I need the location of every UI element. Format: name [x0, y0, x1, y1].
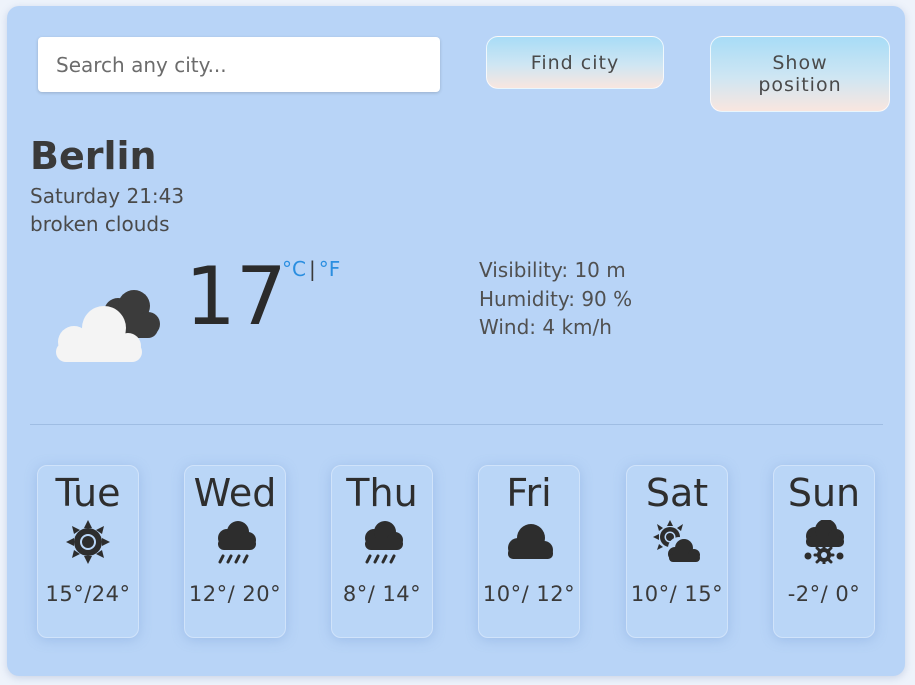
- show-position-button[interactable]: Show position: [710, 36, 890, 112]
- celsius-link[interactable]: °C: [282, 257, 306, 281]
- forecast-temps: 10°/ 12°: [482, 582, 576, 606]
- forecast-day-name: Tue: [55, 471, 121, 515]
- cloud-icon: [508, 524, 553, 559]
- forecast-day-sun: Sun -2°/ 0°: [773, 465, 875, 638]
- weather-stats: Visibility: 10 m Humidity: 90 % Wind: 4 …: [479, 256, 632, 342]
- forecast-temps: -2°/ 0°: [787, 582, 861, 606]
- humidity-stat: Humidity: 90 %: [479, 286, 633, 311]
- forecast-day-wed: Wed 12°/ 20°: [184, 465, 286, 638]
- forecast-list: Tue 15°/24° Wed 12°/ 20° Thu 8°/ 14° Fri…: [37, 465, 883, 638]
- visibility-stat: Visibility: 10 m: [479, 258, 626, 282]
- unit-toggle: °C | °F: [282, 257, 340, 281]
- forecast-temps: 12°/ 20°: [188, 582, 282, 606]
- current-temperature: 17: [185, 250, 287, 343]
- snow-icon: [804, 520, 844, 564]
- search-input[interactable]: [38, 37, 440, 92]
- forecast-day-tue: Tue 15°/24°: [37, 465, 139, 638]
- rain-icon: [218, 521, 256, 564]
- forecast-temps: 8°/ 14°: [342, 582, 422, 606]
- broken-clouds-icon: [56, 290, 160, 362]
- forecast-temps: 10°/ 15°: [630, 582, 724, 606]
- fahrenheit-link[interactable]: °F: [319, 257, 341, 281]
- forecast-day-name: Fri: [506, 471, 552, 515]
- partly-cloudy-icon: [653, 520, 700, 562]
- wind-stat: Wind: 4 km/h: [479, 315, 612, 339]
- current-datetime: Saturday 21:43: [30, 184, 185, 208]
- city-name: Berlin: [30, 134, 157, 178]
- divider: [30, 424, 883, 425]
- forecast-day-name: Sat: [645, 471, 709, 515]
- forecast-day-thu: Thu 8°/ 14°: [331, 465, 433, 638]
- sun-icon: [66, 520, 110, 564]
- forecast-day-name: Wed: [193, 471, 277, 515]
- forecast-day-fri: Fri 10°/ 12°: [478, 465, 580, 638]
- find-city-button[interactable]: Find city: [486, 36, 664, 89]
- forecast-day-name: Sun: [787, 471, 861, 515]
- rain-icon: [365, 521, 403, 564]
- unit-separator: |: [308, 257, 316, 281]
- forecast-temps: 15°/24°: [45, 582, 131, 606]
- forecast-day-name: Thu: [346, 471, 418, 515]
- forecast-day-sat: Sat 10°/ 15°: [626, 465, 728, 638]
- weather-description: broken clouds: [30, 212, 170, 236]
